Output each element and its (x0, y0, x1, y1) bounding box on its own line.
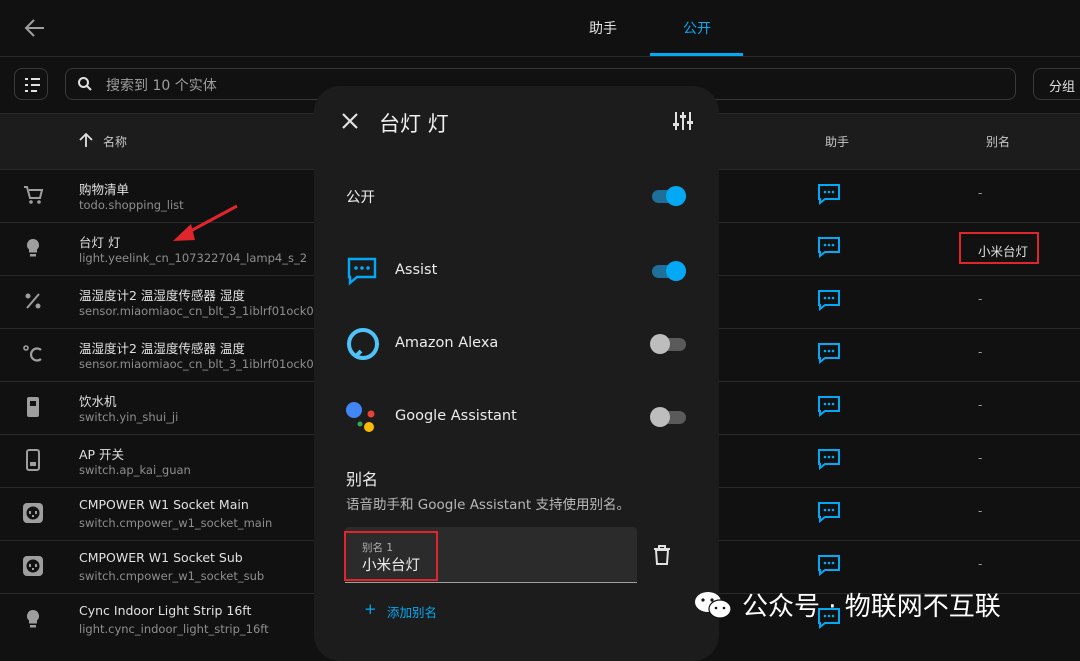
assist-chat-icon (347, 257, 377, 286)
wechat-icon (695, 592, 732, 619)
close-icon[interactable] (340, 111, 360, 131)
entity-name: CMPOWER W1 Socket Main (79, 497, 249, 512)
entity-name: AP 开关 (79, 447, 125, 462)
entity-name: 饮水机 (79, 394, 117, 409)
alias-highlight-box (344, 531, 438, 581)
entity-id: light.cync_indoor_light_strip_16ft (79, 622, 269, 636)
assistant-name-assist: Assist (395, 262, 438, 278)
column-header-name[interactable]: 名称 (103, 133, 127, 150)
alexa-toggle[interactable] (650, 334, 686, 354)
entity-id: light.yeelink_cn_107322704_lamp4_s_2 (79, 251, 308, 265)
alias-value: - (978, 504, 983, 518)
entity-id: sensor.miaomiaoc_cn_blt_3_1iblrf01ock00 (79, 357, 314, 371)
alias-value: - (978, 398, 983, 412)
assistant-name-google: Google Assistant (395, 408, 517, 424)
alias-value: - (978, 292, 983, 306)
alias-value: - (978, 451, 983, 465)
tune-icon[interactable] (672, 110, 694, 132)
assist-chat-icon (818, 184, 840, 205)
entity-name: 购物清单 (79, 182, 130, 197)
arrow-left-icon[interactable] (22, 16, 48, 40)
filter-list-icon (25, 78, 40, 92)
search-input[interactable]: 搜索到 10 个实体 (106, 75, 217, 95)
assist-chat-icon (818, 290, 840, 311)
alias-value: - (978, 186, 983, 200)
percent-icon (25, 293, 41, 309)
expose-label: 公开 (346, 190, 375, 206)
assist-chat-icon (818, 343, 840, 364)
expose-toggle[interactable] (650, 186, 686, 206)
group-button[interactable]: 分组 (1033, 68, 1080, 100)
entity-id: sensor.miaomiaoc_cn_blt_3_1iblrf01ock00 (79, 304, 314, 318)
lightbulb-icon (26, 238, 40, 257)
google-assistant-icon (346, 402, 375, 432)
alias-value: - (978, 345, 983, 359)
cart-icon (24, 186, 44, 204)
power-socket-icon (23, 503, 43, 523)
assist-chat-icon (818, 449, 840, 470)
phone-icon (26, 449, 40, 471)
entity-name: 台灯 灯 (79, 235, 121, 250)
watermark-text: 公众号 · 物联网不互联 (742, 592, 1001, 622)
filter-button[interactable] (14, 68, 48, 100)
aliases-heading: 别名 (346, 470, 379, 489)
lightbulb-icon (26, 609, 40, 628)
top-app-bar (0, 0, 1080, 57)
entity-id: switch.yin_shui_ji (79, 410, 179, 424)
alexa-icon (347, 328, 379, 360)
column-header-assistants[interactable]: 助手 (825, 133, 849, 150)
entity-name: 温湿度计2 温湿度传感器 温度 (79, 341, 245, 356)
assistant-name-alexa: Amazon Alexa (395, 335, 499, 351)
google-toggle[interactable] (650, 407, 686, 427)
dialog-title: 台灯 灯 (379, 112, 449, 136)
plus-icon: + (364, 600, 377, 618)
assist-chat-icon (818, 237, 840, 258)
switch-icon (27, 397, 39, 417)
assist-chat-icon (818, 502, 840, 523)
trash-icon[interactable] (653, 545, 671, 565)
entity-name: 温湿度计2 温湿度传感器 湿度 (79, 288, 245, 303)
assist-toggle[interactable] (650, 261, 686, 281)
aliases-description: 语音助手和 Google Assistant 支持使用别名。 (346, 497, 630, 513)
add-alias-button[interactable]: 添加别名 (387, 602, 437, 621)
entity-name: CMPOWER W1 Socket Sub (79, 550, 243, 565)
search-icon (78, 77, 92, 91)
entity-id: switch.ap_kai_guan (79, 463, 191, 477)
entity-name: Cync Indoor Light Strip 16ft (79, 603, 252, 618)
highlighted-alias-value: 小米台灯 (959, 232, 1039, 264)
tab-assistants[interactable]: 助手 (589, 18, 617, 38)
entity-id: switch.cmpower_w1_socket_main (79, 516, 273, 530)
arrow-up-icon[interactable] (78, 132, 94, 148)
entity-id: switch.cmpower_w1_socket_sub (79, 569, 265, 583)
tab-expose[interactable]: 公开 (683, 18, 711, 38)
assist-chat-icon (818, 555, 840, 576)
power-socket-icon (23, 556, 43, 576)
annotation-arrow (173, 204, 238, 241)
alias-value: - (978, 557, 983, 571)
active-tab-indicator (650, 53, 743, 56)
column-header-aliases[interactable]: 别名 (986, 133, 1010, 150)
celsius-icon (23, 345, 42, 362)
assist-chat-icon (818, 396, 840, 417)
